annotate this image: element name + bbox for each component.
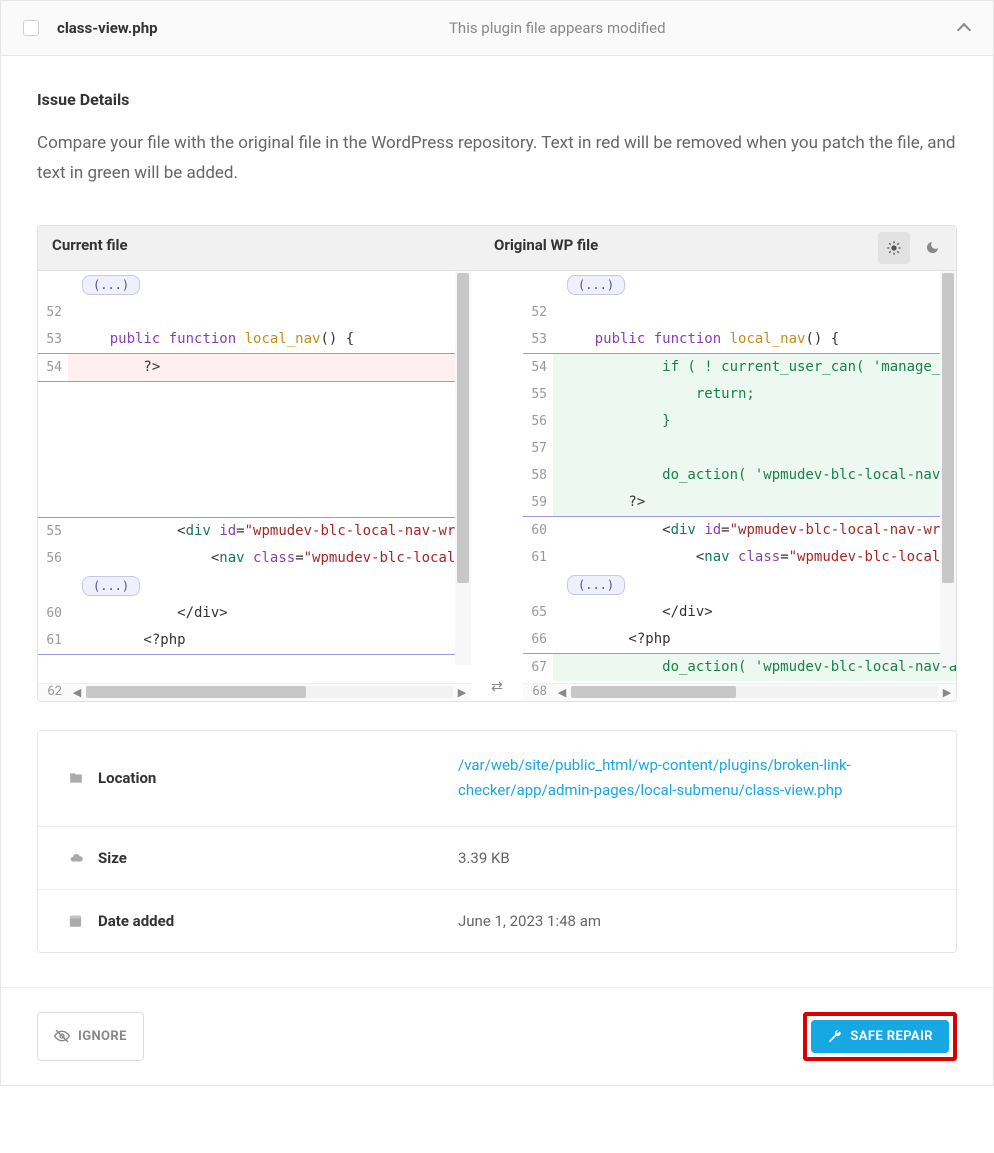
- scroll-left-icon[interactable]: ◀: [553, 686, 571, 699]
- scroll-left-icon[interactable]: ◀: [68, 686, 86, 699]
- diff-left-pane: (...) 52 53 public function local_nav() …: [38, 271, 471, 701]
- eye-off-icon: [54, 1028, 70, 1044]
- diff-right-scroll[interactable]: (...) 52 53 public function local_nav() …: [523, 271, 956, 683]
- file-info-box: Location /var/web/site/public_html/wp-co…: [37, 730, 957, 953]
- cloud-icon: [68, 851, 98, 865]
- issue-details-heading: Issue Details: [37, 90, 957, 109]
- scroll-right-icon[interactable]: ▶: [938, 686, 956, 699]
- vertical-scrollbar[interactable]: [455, 271, 471, 665]
- safe-repair-button[interactable]: SAFE REPAIR: [811, 1020, 949, 1053]
- actions-bar: IGNORE SAFE REPAIR: [1, 987, 993, 1085]
- theme-toggle-group: [870, 226, 956, 270]
- ignore-button[interactable]: IGNORE: [37, 1012, 144, 1061]
- fold-marker[interactable]: (...): [567, 275, 625, 295]
- diff-body: (...) 52 53 public function local_nav() …: [38, 271, 956, 701]
- scroll-right-icon[interactable]: ▶: [453, 686, 471, 699]
- folder-icon: [68, 771, 98, 785]
- file-location-link[interactable]: /var/web/site/public_html/wp-content/plu…: [458, 753, 926, 804]
- info-row-location: Location /var/web/site/public_html/wp-co…: [38, 731, 956, 827]
- safe-repair-highlight: SAFE REPAIR: [803, 1012, 957, 1061]
- issue-description: Compare your file with the original file…: [37, 129, 957, 189]
- accordion-header[interactable]: class-view.php This plugin file appears …: [1, 1, 993, 56]
- vertical-scrollbar[interactable]: [940, 271, 956, 665]
- fold-marker[interactable]: (...): [567, 575, 625, 595]
- panel-body: Issue Details Compare your file with the…: [1, 56, 993, 987]
- horizontal-scrollbar[interactable]: 68 ◀ ▶: [523, 683, 956, 701]
- diff-gutter: ⇄: [471, 271, 523, 701]
- fold-marker[interactable]: (...): [82, 576, 140, 596]
- info-row-date: Date added June 1, 2023 1:48 am: [38, 890, 956, 952]
- diff-viewer: Current file Original WP file: [37, 225, 957, 702]
- diff-left-scroll[interactable]: (...) 52 53 public function local_nav() …: [38, 271, 471, 683]
- file-date-value: June 1, 2023 1:48 am: [458, 912, 926, 930]
- file-size-value: 3.39 KB: [458, 849, 926, 867]
- sun-icon: [886, 240, 902, 256]
- diff-right-pane: (...) 52 53 public function local_nav() …: [523, 271, 956, 701]
- info-row-size: Size 3.39 KB: [38, 827, 956, 890]
- file-status-label: This plugin file appears modified: [158, 19, 957, 37]
- chevron-up-icon[interactable]: [957, 21, 971, 35]
- horizontal-scrollbar[interactable]: 62 ◀ ▶: [38, 683, 471, 701]
- calendar-icon: [68, 913, 98, 928]
- fold-marker[interactable]: (...): [82, 275, 140, 295]
- light-theme-button[interactable]: [878, 232, 910, 264]
- diff-header: Current file Original WP file: [38, 226, 956, 271]
- moon-icon: [925, 240, 940, 255]
- dark-theme-button[interactable]: [916, 232, 948, 264]
- wrench-icon: [827, 1029, 842, 1044]
- diff-left-title: Current file: [38, 226, 428, 270]
- diff-right-title: Original WP file: [480, 226, 870, 270]
- file-checkbox[interactable]: [23, 20, 39, 36]
- file-issue-panel: class-view.php This plugin file appears …: [0, 0, 994, 1086]
- filename-label: class-view.php: [57, 19, 158, 37]
- sync-scroll-icon[interactable]: ⇄: [471, 679, 523, 701]
